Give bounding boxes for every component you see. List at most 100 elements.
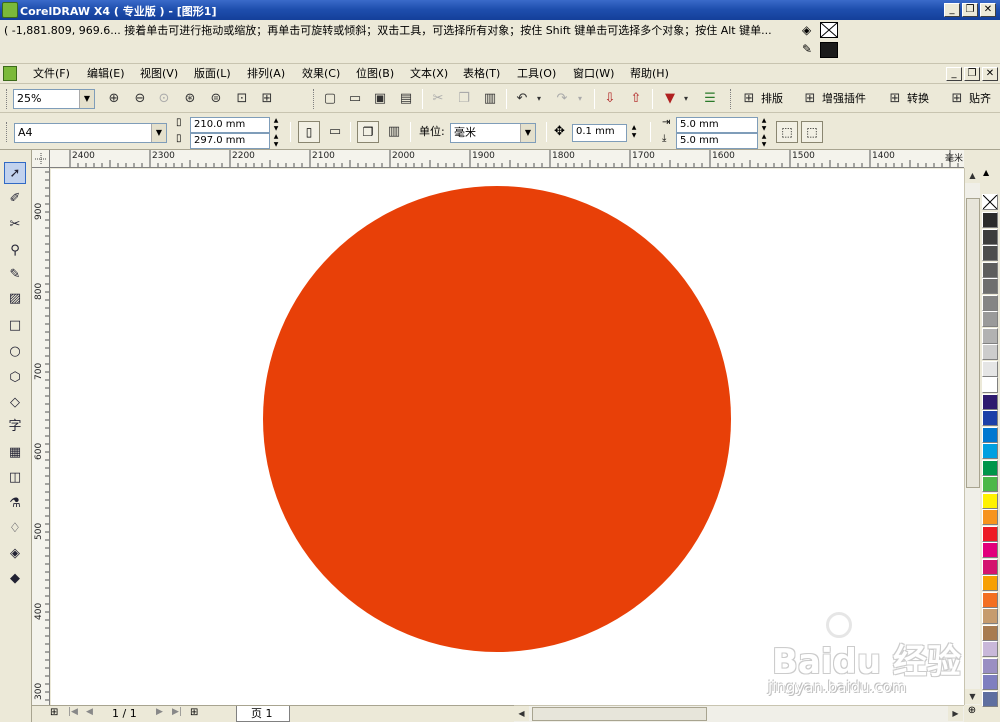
coreldraw-app-icon[interactable] — [2, 2, 18, 18]
restore-button[interactable]: ❐ — [962, 3, 978, 17]
copy-icon[interactable]: ❐ — [454, 89, 474, 109]
ruler-origin[interactable] — [32, 150, 50, 168]
red-circle-shape[interactable] — [263, 186, 731, 652]
color-swatch[interactable] — [982, 674, 998, 690]
color-swatch[interactable] — [982, 294, 998, 311]
launcher-dropdown-icon[interactable]: ▾ — [680, 89, 692, 109]
export-icon[interactable]: ⇧ — [626, 89, 646, 109]
application-launcher-icon[interactable]: ▼ — [660, 89, 680, 109]
menu-view[interactable]: 视图(V) — [135, 66, 183, 82]
nudge-spinner[interactable]: ▲ ▼ — [628, 124, 640, 142]
color-swatch[interactable] — [982, 641, 998, 657]
color-swatch[interactable] — [982, 426, 998, 443]
paste-icon[interactable]: ▥ — [480, 89, 500, 109]
units-combo[interactable]: 毫米 ▼ — [450, 123, 536, 143]
paiban-icon[interactable]: ⊞ — [739, 89, 759, 109]
menu-arrange[interactable]: 排列(A) — [242, 66, 290, 82]
color-swatch[interactable] — [982, 492, 998, 509]
color-swatch[interactable] — [982, 278, 998, 294]
add-page-after-icon[interactable]: ⊞ — [190, 707, 198, 718]
print-icon[interactable]: ▤ — [396, 89, 416, 109]
fill-tool-icon[interactable]: ◈ — [4, 543, 26, 565]
next-page-icon[interactable]: ▶ — [156, 707, 163, 717]
menu-effects[interactable]: 效果(C) — [297, 66, 345, 82]
zoom-level-combo[interactable]: 25% ▼ — [13, 89, 95, 109]
landscape-icon[interactable]: ▭ — [325, 122, 345, 142]
horizontal-ruler[interactable]: 2400 2300 2200 2100 2000 1900 1800 1700 … — [50, 150, 964, 168]
toolbar-grip[interactable] — [313, 89, 316, 109]
color-swatch[interactable] — [982, 509, 998, 525]
close-button[interactable]: ✕ — [980, 3, 996, 17]
color-swatch[interactable] — [982, 657, 998, 674]
table-tool-icon[interactable]: ▦ — [4, 442, 26, 464]
color-swatch[interactable] — [982, 245, 998, 261]
zoom-height-icon[interactable]: ⊞ — [257, 89, 277, 109]
menu-table[interactable]: 表格(T) — [458, 66, 505, 82]
doc-restore-button[interactable]: ❐ — [964, 67, 980, 81]
plugins-icon[interactable]: ⊞ — [800, 89, 820, 109]
color-swatch[interactable] — [982, 344, 998, 360]
vertical-ruler[interactable]: 900 800 700 600 500 400 300 — [32, 168, 50, 706]
chevron-down-icon[interactable]: ▼ — [79, 90, 94, 108]
color-swatch[interactable] — [982, 410, 998, 426]
convert-button[interactable]: 转换 — [907, 89, 929, 109]
zoom-in-icon[interactable]: ⊕ — [104, 89, 124, 109]
welcome-screen-icon[interactable]: ☰ — [700, 89, 720, 109]
basic-shapes-tool-icon[interactable]: ◇ — [4, 392, 26, 414]
color-swatch[interactable] — [982, 476, 998, 492]
color-swatch[interactable] — [982, 443, 998, 459]
minimize-button[interactable]: _ — [944, 3, 960, 17]
horizontal-scroll-thumb[interactable] — [532, 707, 707, 721]
outline-tool-icon[interactable]: ♢ — [4, 518, 26, 540]
document-icon[interactable] — [3, 66, 17, 81]
no-color-swatch[interactable] — [982, 194, 998, 210]
color-swatch[interactable] — [982, 591, 998, 608]
ellipse-tool-icon[interactable]: ○ — [4, 341, 26, 363]
scroll-up-icon[interactable]: ▲ — [965, 168, 980, 183]
menu-bitmaps[interactable]: 位图(B) — [351, 66, 399, 82]
zoom-selected-icon[interactable]: ⊙ — [154, 89, 174, 109]
first-page-icon[interactable]: |◀ — [68, 707, 78, 717]
shape-tool-icon[interactable]: ✐ — [4, 188, 26, 210]
width-spinner[interactable]: ▲ ▼ — [270, 117, 282, 133]
outline-indicator[interactable] — [820, 42, 838, 58]
paiban-button[interactable]: 排版 — [761, 89, 783, 109]
last-page-icon[interactable]: ▶| — [172, 707, 182, 717]
menu-help[interactable]: 帮助(H) — [625, 66, 674, 82]
toolbar-grip[interactable] — [730, 89, 733, 109]
rectangle-tool-icon[interactable]: □ — [4, 315, 26, 337]
pick-tool-icon[interactable]: ➚ — [4, 162, 26, 184]
menu-text[interactable]: 文本(X) — [405, 66, 453, 82]
color-swatch[interactable] — [982, 608, 998, 624]
plugins-button[interactable]: 增强插件 — [822, 89, 866, 109]
color-swatch[interactable] — [982, 327, 998, 344]
toolbar-grip[interactable] — [6, 89, 9, 109]
color-swatch[interactable] — [982, 393, 998, 410]
paper-size-combo[interactable]: A4 ▼ — [14, 123, 167, 143]
menu-file[interactable]: 文件(F) — [28, 66, 75, 82]
previous-page-icon[interactable]: ◀ — [86, 707, 93, 717]
duplicate-x-field[interactable]: 5.0 mm — [676, 117, 758, 133]
palette-scroll-up-icon[interactable]: ▲ — [983, 168, 989, 177]
interactive-fill-tool-icon[interactable]: ◆ — [4, 568, 26, 590]
snap-button[interactable]: 贴齐 — [969, 89, 991, 109]
paper-height-field[interactable]: 297.0 mm — [190, 133, 270, 149]
chevron-down-icon[interactable]: ▼ — [520, 124, 535, 142]
eyedropper-tool-icon[interactable]: ⚗ — [4, 493, 26, 515]
portrait-icon[interactable]: ▯ — [298, 121, 320, 143]
import-icon[interactable]: ⇩ — [600, 89, 620, 109]
interactive-blend-tool-icon[interactable]: ◫ — [4, 467, 26, 489]
cut-icon[interactable]: ✂ — [428, 89, 448, 109]
vertical-scroll-thumb[interactable] — [966, 198, 980, 488]
menu-edit[interactable]: 编辑(E) — [82, 66, 130, 82]
duplicate-y-field[interactable]: 5.0 mm — [676, 133, 758, 149]
nudge-distance-field[interactable]: 0.1 mm — [572, 124, 627, 142]
zoom-width-icon[interactable]: ⊡ — [232, 89, 252, 109]
paper-width-field[interactable]: 210.0 mm — [190, 117, 270, 133]
doc-close-button[interactable]: ✕ — [982, 67, 998, 81]
color-swatch[interactable] — [982, 525, 998, 542]
chevron-down-icon[interactable]: ▼ — [151, 124, 166, 142]
zoom-tool-icon[interactable]: ⚲ — [4, 240, 26, 262]
crop-tool-icon[interactable]: ✂ — [4, 214, 26, 236]
height-spinner[interactable]: ▲ ▼ — [270, 133, 282, 149]
